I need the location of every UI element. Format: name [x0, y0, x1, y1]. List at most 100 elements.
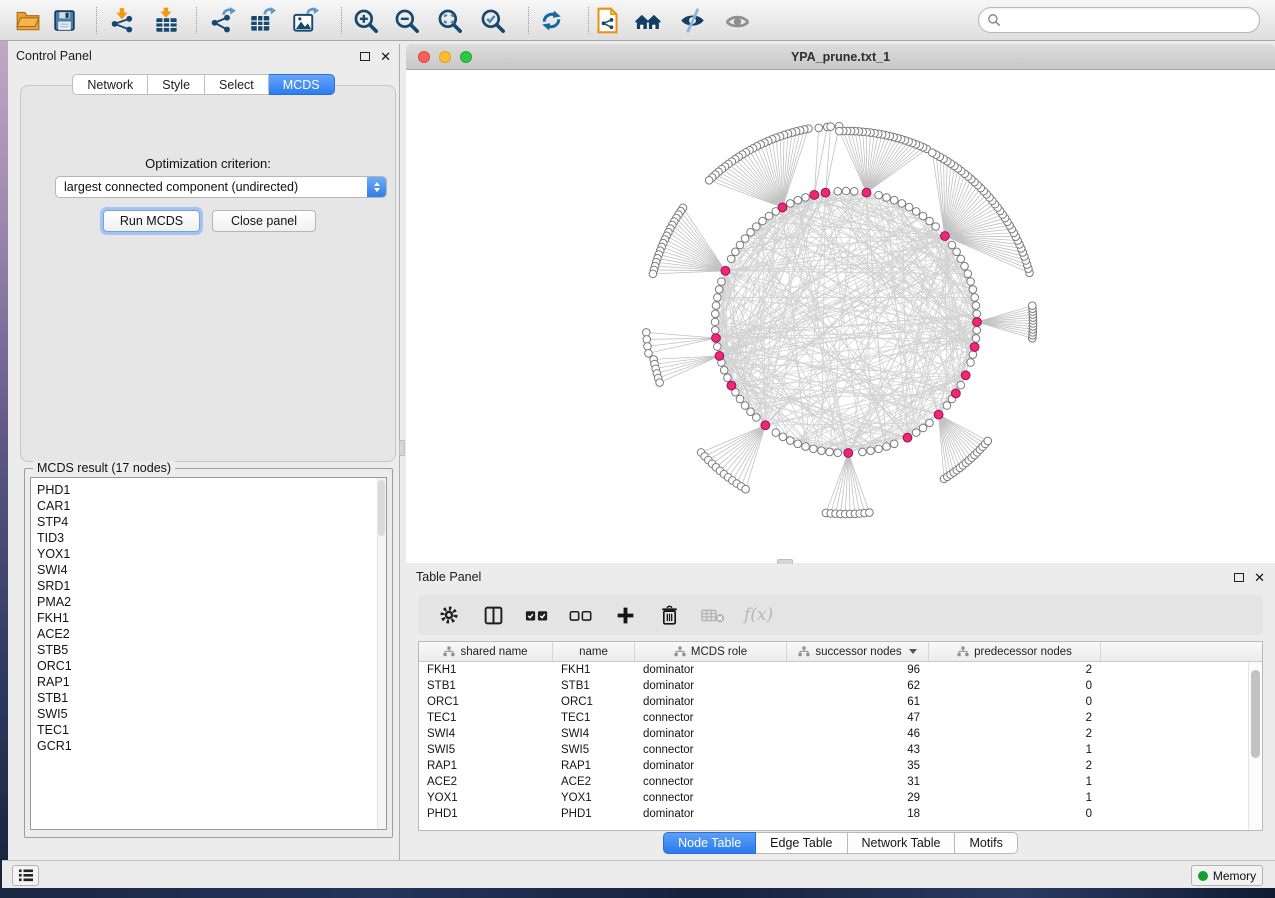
mcds-result-item[interactable]: GCR1 — [31, 738, 386, 754]
dominator-node[interactable] — [903, 433, 912, 442]
search-input[interactable] — [1001, 10, 1259, 30]
close-panel-button[interactable]: Close panel — [212, 210, 316, 232]
column-visibility-icon[interactable] — [480, 602, 506, 628]
add-column-icon[interactable] — [612, 602, 638, 628]
tab-edge-table[interactable]: Edge Table — [756, 832, 847, 854]
splitter-handle-vertical[interactable] — [399, 440, 405, 456]
export-network-icon[interactable] — [207, 5, 237, 35]
column-header-predecessor-nodes[interactable]: predecessor nodes — [929, 642, 1101, 661]
mcds-result-item[interactable]: STB5 — [31, 642, 386, 658]
table-row[interactable]: RAP1RAP1dominator352 — [419, 758, 1262, 774]
new-network-from-selection-icon[interactable] — [592, 5, 622, 35]
table-row[interactable]: PHD1PHD1dominator180 — [419, 806, 1262, 822]
save-session-icon[interactable] — [49, 5, 79, 35]
dominator-node[interactable] — [761, 421, 770, 430]
column-header-name[interactable]: name — [553, 642, 635, 661]
hide-selected-icon[interactable] — [677, 5, 707, 35]
dominator-node[interactable] — [973, 318, 982, 327]
column-header-shared-name[interactable]: shared name — [419, 642, 553, 661]
select-all-checkboxes-icon[interactable] — [524, 602, 550, 628]
dominator-node[interactable] — [844, 449, 853, 458]
export-table-icon[interactable] — [247, 5, 277, 35]
mcds-result-item[interactable]: SWI5 — [31, 706, 386, 722]
mcds-result-item[interactable]: ORC1 — [31, 658, 386, 674]
table-row[interactable]: SWI5SWI5connector431 — [419, 742, 1262, 758]
tab-network-table[interactable]: Network Table — [848, 832, 956, 854]
deselect-all-checkboxes-icon[interactable] — [568, 602, 594, 628]
list-scrollbar[interactable] — [377, 478, 386, 829]
search-field[interactable] — [978, 7, 1260, 33]
table-row[interactable]: YOX1YOX1connector291 — [419, 790, 1262, 806]
tab-motifs[interactable]: Motifs — [955, 832, 1017, 854]
table-row[interactable]: FKH1FKH1dominator962 — [419, 662, 1262, 678]
memory-button[interactable]: Memory — [1191, 865, 1263, 886]
column-header-MCDS-role[interactable]: MCDS role — [635, 642, 787, 661]
first-neighbors-icon[interactable] — [633, 5, 663, 35]
dominator-node[interactable] — [712, 334, 721, 343]
network-window-titlebar[interactable]: YPA_prune.txt_1 — [406, 44, 1275, 70]
delete-column-icon[interactable] — [656, 602, 682, 628]
dominator-node[interactable] — [810, 190, 819, 199]
dominator-node[interactable] — [721, 266, 730, 275]
mcds-result-item[interactable]: STB1 — [31, 690, 386, 706]
criterion-select[interactable]: largest connected component (undirected) — [55, 176, 387, 198]
import-table-icon[interactable] — [151, 5, 181, 35]
dominator-node[interactable] — [715, 352, 724, 361]
dominator-node[interactable] — [862, 188, 871, 197]
mcds-result-item[interactable]: FKH1 — [31, 610, 386, 626]
table-row[interactable]: ACE2ACE2connector311 — [419, 774, 1262, 790]
dominator-node[interactable] — [961, 371, 970, 380]
close-panel-icon[interactable]: ✕ — [1254, 571, 1265, 584]
zoom-in-icon[interactable] — [350, 5, 380, 35]
mcds-result-item[interactable]: YOX1 — [31, 546, 386, 562]
dominator-node[interactable] — [934, 410, 943, 419]
table-scrollbar-thumb[interactable] — [1251, 670, 1260, 758]
tab-mcds[interactable]: MCDS — [269, 74, 335, 95]
dominator-node[interactable] — [778, 203, 787, 212]
table-row[interactable]: STB1STB1dominator620 — [419, 678, 1262, 694]
export-image-icon[interactable] — [290, 5, 320, 35]
mcds-result-item[interactable]: SWI4 — [31, 562, 386, 578]
settings-gear-icon[interactable] — [436, 602, 462, 628]
dominator-node[interactable] — [821, 188, 830, 197]
task-history-button[interactable] — [12, 865, 39, 886]
tab-style[interactable]: Style — [148, 74, 205, 95]
tab-node-table[interactable]: Node Table — [663, 832, 756, 854]
mcds-result-item[interactable]: ACE2 — [31, 626, 386, 642]
open-file-icon[interactable] — [13, 5, 43, 35]
mcds-result-item[interactable]: TID3 — [31, 530, 386, 546]
show-all-icon[interactable] — [722, 5, 752, 35]
apply-layout-icon[interactable] — [536, 5, 566, 35]
mcds-result-item[interactable]: PHD1 — [31, 482, 386, 498]
node-table[interactable]: shared namenameMCDS rolesuccessor nodesp… — [418, 641, 1263, 831]
zoom-out-icon[interactable] — [391, 5, 421, 35]
mcds-result-item[interactable]: CAR1 — [31, 498, 386, 514]
table-row[interactable]: SWI4SWI4dominator462 — [419, 726, 1262, 742]
tab-select[interactable]: Select — [205, 74, 269, 95]
dominator-node[interactable] — [970, 343, 979, 352]
mcds-result-item[interactable]: RAP1 — [31, 674, 386, 690]
float-panel-icon[interactable] — [1234, 573, 1244, 582]
table-row[interactable]: TEC1TEC1connector472 — [419, 710, 1262, 726]
mcds-result-item[interactable]: TEC1 — [31, 722, 386, 738]
tab-network[interactable]: Network — [72, 74, 148, 95]
zoom-fit-icon[interactable] — [434, 5, 464, 35]
table-scrollbar[interactable] — [1248, 662, 1262, 830]
dominator-node[interactable] — [727, 381, 736, 390]
network-canvas[interactable] — [406, 70, 1275, 563]
mcds-result-item[interactable]: STP4 — [31, 514, 386, 530]
zoom-selected-icon[interactable] — [477, 5, 507, 35]
mcds-result-item[interactable]: PMA2 — [31, 594, 386, 610]
dominator-node[interactable] — [940, 232, 949, 241]
import-network-icon[interactable] — [107, 5, 137, 35]
float-panel-icon[interactable] — [360, 52, 370, 61]
close-panel-icon[interactable]: ✕ — [380, 50, 391, 63]
dominator-node[interactable] — [951, 389, 960, 398]
column-header-successor-nodes[interactable]: successor nodes — [787, 642, 929, 661]
mcds-result-list[interactable]: PHD1CAR1STP4TID3YOX1SWI4SRD1PMA2FKH1ACE2… — [30, 477, 387, 830]
table-row[interactable]: ORC1ORC1dominator610 — [419, 694, 1262, 710]
network-view[interactable] — [406, 70, 1275, 563]
run-mcds-button[interactable]: Run MCDS — [103, 210, 200, 232]
table-cell: 29 — [787, 792, 929, 804]
mcds-result-item[interactable]: SRD1 — [31, 578, 386, 594]
